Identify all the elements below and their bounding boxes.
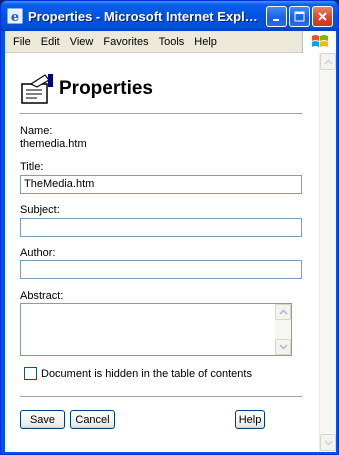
chevron-up-icon: [278, 309, 288, 315]
menu-help[interactable]: Help: [189, 36, 222, 48]
name-value: themedia.htm: [20, 138, 87, 150]
abstract-label: Abstract:: [20, 290, 64, 302]
help-button[interactable]: Help: [235, 410, 265, 429]
maximize-button[interactable]: [289, 6, 310, 27]
menu-file[interactable]: File: [8, 36, 36, 48]
scroll-down-button[interactable]: [275, 339, 291, 355]
hidden-in-toc-checkbox[interactable]: [24, 367, 37, 380]
abstract-scrollbar[interactable]: [275, 304, 291, 355]
minimize-button[interactable]: [266, 6, 287, 27]
title-label: Title:: [20, 161, 44, 173]
title-input[interactable]: TheMedia.htm: [20, 175, 302, 194]
maximize-icon: [294, 11, 305, 22]
author-label: Author:: [20, 247, 56, 259]
save-button[interactable]: Save: [20, 410, 65, 429]
abstract-textarea[interactable]: [20, 303, 292, 356]
svg-text:e: e: [11, 10, 19, 24]
properties-document-icon: [21, 74, 53, 104]
chevron-up-icon: [323, 58, 333, 65]
menu-edit[interactable]: Edit: [36, 36, 65, 48]
author-input[interactable]: [20, 260, 302, 279]
browser-window: e Properties - Microsoft Internet Expl… …: [0, 0, 339, 455]
page-scroll-down-button[interactable]: [320, 434, 336, 451]
menu-favorites[interactable]: Favorites: [98, 36, 153, 48]
page-header: Properties: [19, 71, 153, 107]
minimize-icon: [273, 19, 279, 21]
windows-logo-icon: [302, 31, 336, 53]
window-title: Properties - Microsoft Internet Expl…: [28, 8, 258, 24]
name-label: Name:: [20, 125, 53, 137]
close-icon: [318, 12, 327, 21]
page-scrollbar[interactable]: [319, 53, 336, 452]
subject-label: Subject:: [20, 204, 60, 216]
chevron-down-icon: [323, 439, 333, 446]
header-divider: [20, 113, 302, 115]
page-title: Properties: [59, 78, 153, 99]
menu-tools[interactable]: Tools: [154, 36, 190, 48]
cancel-button[interactable]: Cancel: [70, 410, 115, 429]
chevron-down-icon: [278, 344, 288, 350]
menu-bar: File Edit View Favorites Tools Help: [5, 31, 336, 53]
internet-explorer-icon[interactable]: e: [7, 8, 23, 24]
title-bar[interactable]: e Properties - Microsoft Internet Expl…: [1, 1, 338, 31]
page-scroll-up-button[interactable]: [320, 53, 336, 70]
menu-view[interactable]: View: [65, 36, 99, 48]
properties-page: Properties Name: themedia.htm Title: The…: [5, 53, 319, 452]
subject-input[interactable]: [20, 218, 302, 237]
hidden-in-toc-option[interactable]: Document is hidden in the table of conte…: [24, 367, 252, 380]
hidden-in-toc-label[interactable]: Document is hidden in the table of conte…: [41, 368, 252, 380]
page-client-area: Properties Name: themedia.htm Title: The…: [5, 53, 336, 452]
scroll-up-button[interactable]: [275, 304, 291, 320]
close-button[interactable]: [312, 6, 333, 27]
footer-divider: [20, 396, 302, 398]
